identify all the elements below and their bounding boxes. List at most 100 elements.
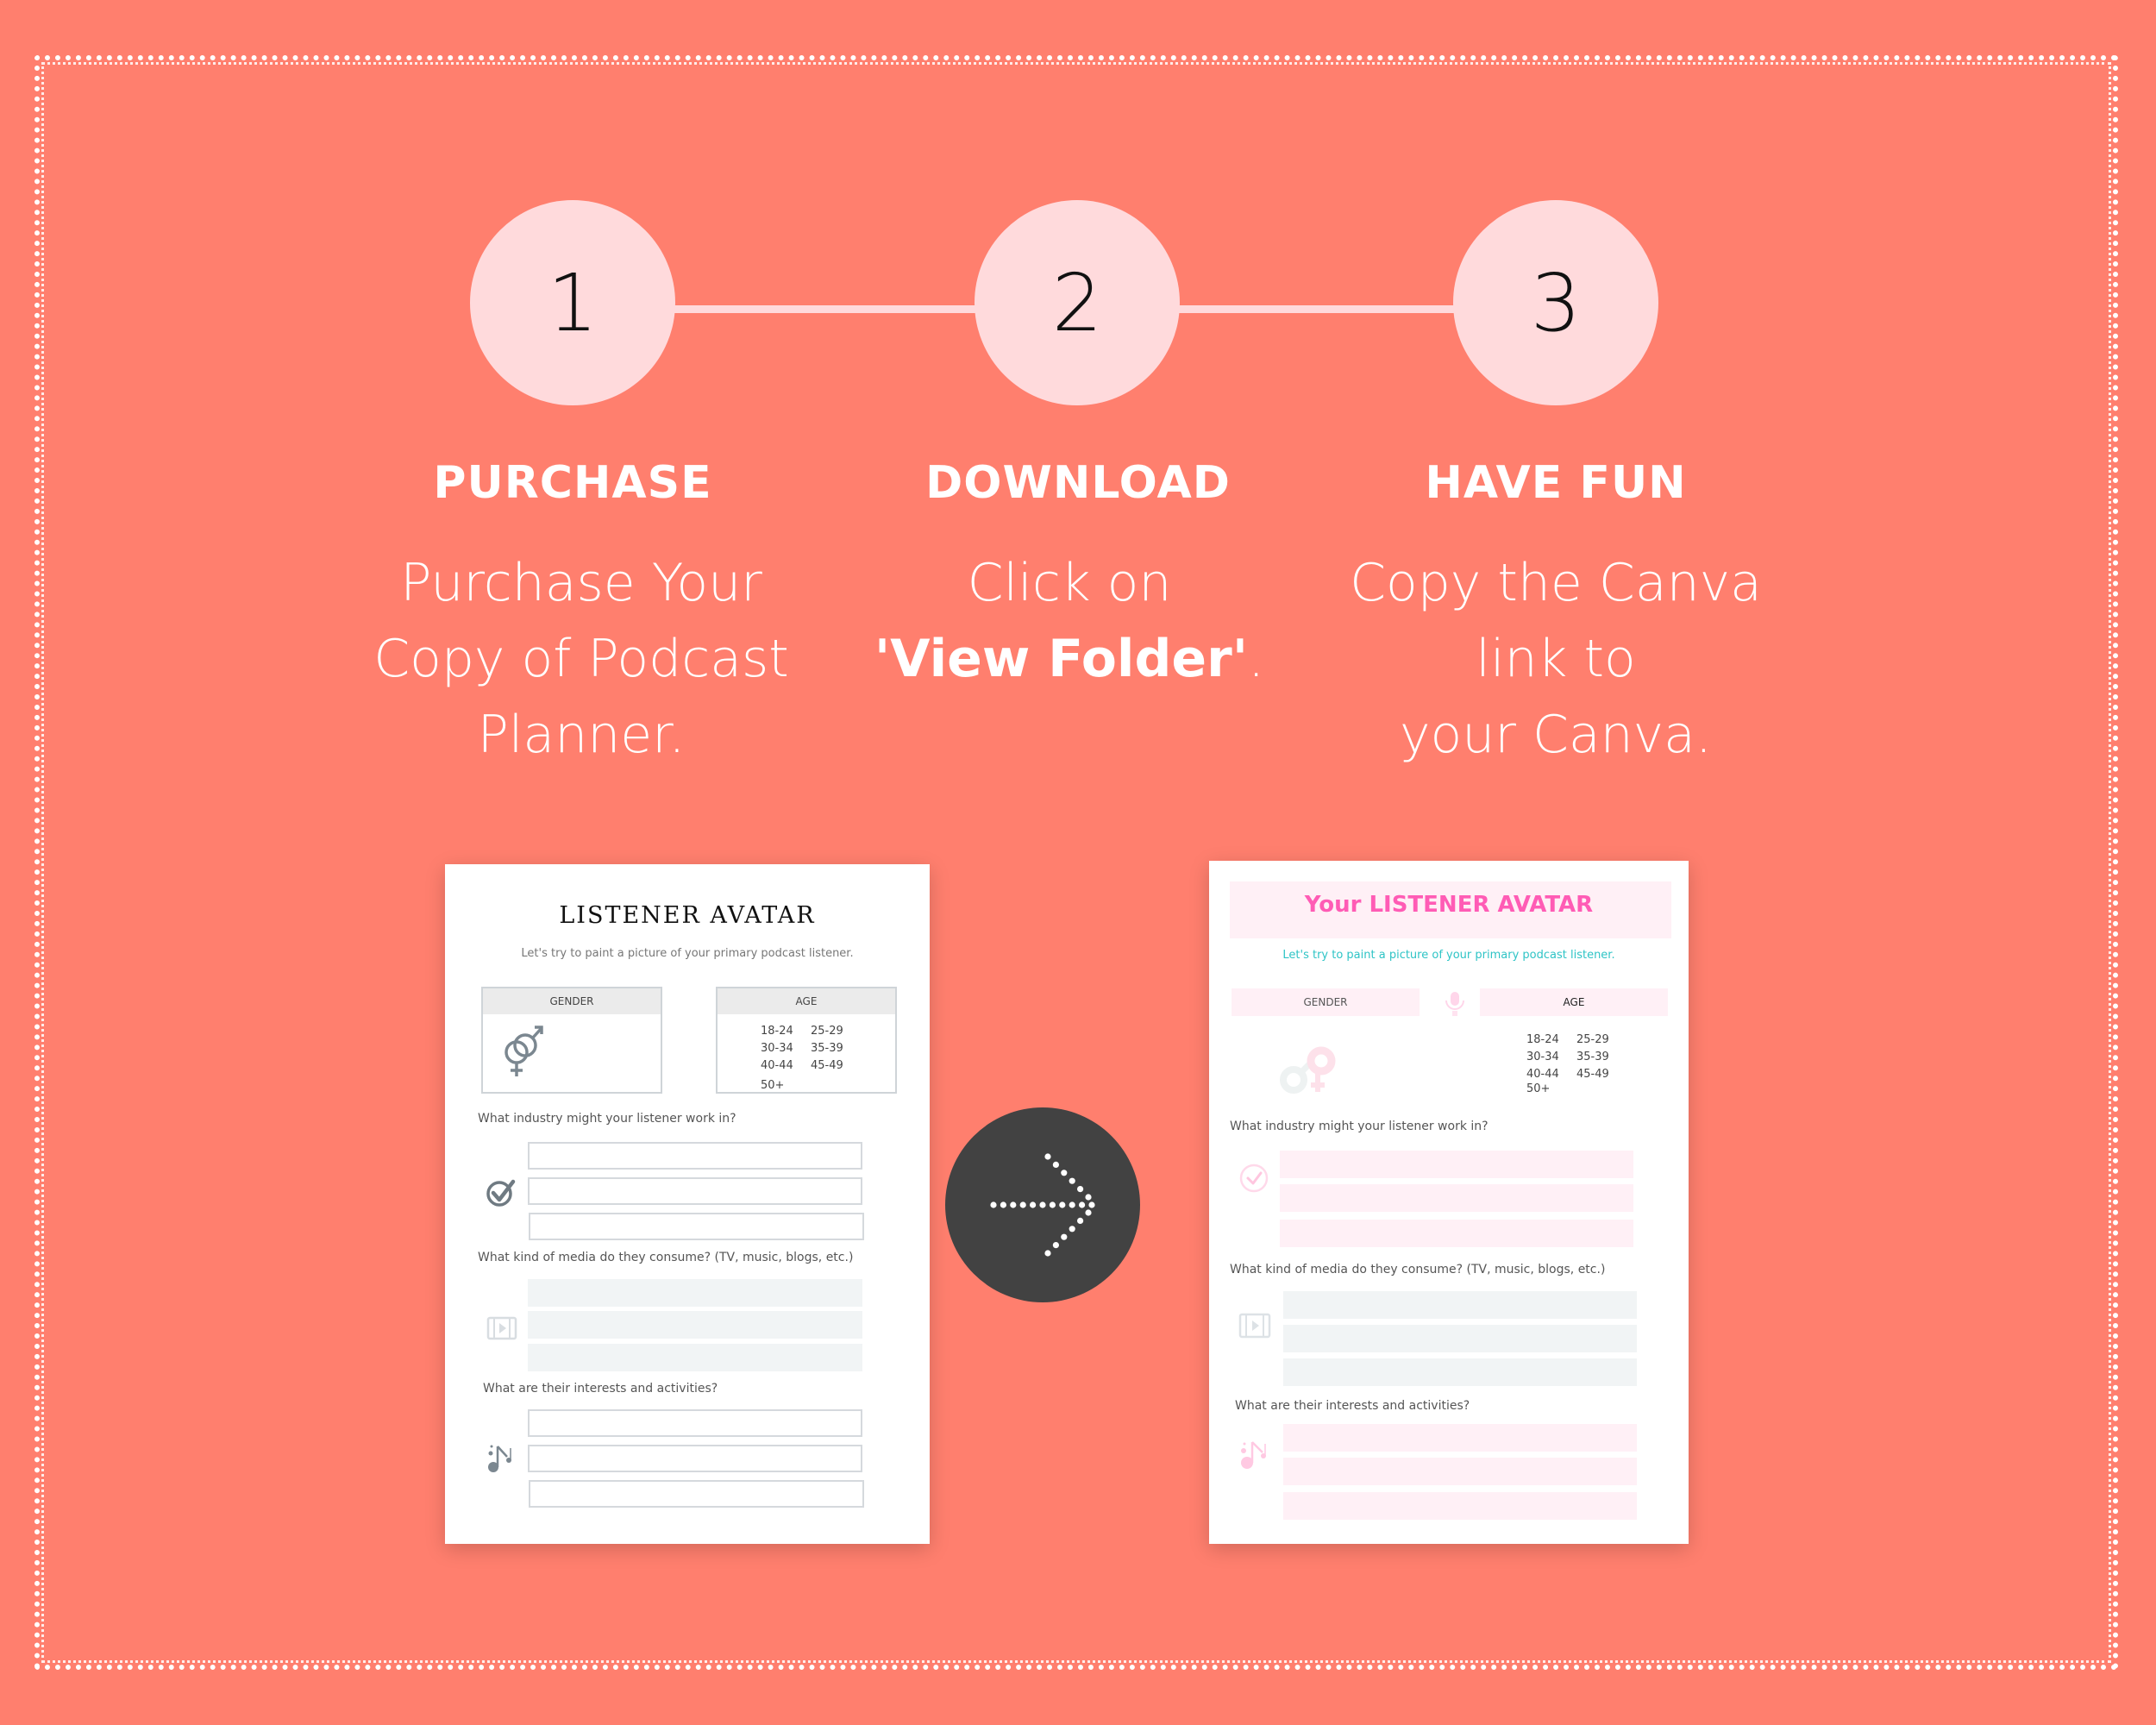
arrow-dot	[1044, 1250, 1051, 1257]
gender-symbol-icon	[505, 1026, 543, 1076]
arrow-dot	[1069, 1177, 1075, 1184]
gender-symbol-icon	[1280, 1046, 1336, 1094]
step-3-description: Copy the Canva link to your Canva.	[1288, 545, 1823, 773]
step-3-description-line: link to	[1476, 629, 1636, 689]
step-1-description-line: Copy of Podcast	[373, 629, 789, 689]
after-gender-label: GENDER	[1232, 988, 1420, 1016]
after-age-ranges: 18-24 25-29 30-34 35-39 40-44 45-49 50+	[1526, 1032, 1626, 1095]
after-answer-field[interactable]	[1283, 1458, 1637, 1485]
before-age-box: AGE 18-24 25-29 30-34 35-39 40-44 45-49 …	[716, 987, 897, 1094]
before-answer-field[interactable]	[528, 1177, 862, 1205]
age-range: 40-44	[1526, 1068, 1559, 1081]
age-range: 25-29	[1576, 1033, 1609, 1046]
after-age-label: AGE	[1480, 988, 1668, 1016]
before-age-ranges: 18-24 25-29 30-34 35-39 40-44 45-49 50+	[761, 1023, 861, 1095]
after-answer-field[interactable]	[1283, 1325, 1637, 1352]
step-2-description-line: Click on	[967, 553, 1172, 613]
arrow-dot	[1077, 1186, 1084, 1193]
before-question-media: What kind of media do they consume? (TV,…	[478, 1251, 854, 1264]
age-range: 35-39	[1576, 1051, 1609, 1063]
age-range: 30-34	[1526, 1051, 1559, 1063]
step-2-description-line2: 'View Folder'.	[802, 621, 1337, 697]
after-answer-field[interactable]	[1280, 1184, 1633, 1212]
before-age-label: AGE	[718, 988, 895, 1014]
before-answer-field[interactable]	[528, 1445, 862, 1472]
step-3-description-line: Copy the Canva	[1350, 553, 1762, 613]
step-1-circle: 1	[470, 200, 675, 405]
after-answer-field[interactable]	[1280, 1151, 1633, 1178]
arrow-dot	[1052, 1242, 1059, 1249]
arrow-dot	[1019, 1201, 1026, 1208]
after-document-preview: Your LISTENER AVATAR Let's try to paint …	[1209, 861, 1689, 1544]
arrow-dot	[990, 1201, 997, 1208]
step-1-description-line: Planner.	[477, 705, 686, 765]
checkmark-circle-icon	[1239, 1164, 1269, 1193]
arrow-dot	[1061, 1170, 1068, 1176]
before-document-preview: LISTENER AVATAR Let's try to paint a pic…	[445, 864, 930, 1544]
arrow-dot	[1039, 1201, 1046, 1208]
step-3-circle: 3	[1453, 200, 1658, 405]
arrow-dot	[1010, 1201, 1017, 1208]
view-folder-emphasis: 'View Folder'	[874, 629, 1249, 689]
dotted-arrow-right-icon	[990, 1153, 1095, 1257]
arrow-dot	[1085, 1209, 1092, 1216]
before-answer-field[interactable]	[529, 1213, 864, 1240]
before-answer-field[interactable]	[528, 1409, 862, 1437]
age-range: 45-49	[811, 1059, 843, 1072]
step-1-number: 1	[547, 256, 599, 349]
age-range: 50+	[1526, 1082, 1551, 1095]
before-answer-field[interactable]	[529, 1480, 864, 1508]
before-doc-subtitle: Let's try to paint a picture of your pri…	[521, 947, 854, 960]
arrow-dot	[1069, 1226, 1075, 1233]
age-range: 50+	[761, 1079, 785, 1092]
step-2-number: 2	[1051, 256, 1103, 349]
after-answer-field[interactable]	[1283, 1424, 1637, 1452]
step-2-title: DOWNLOAD	[925, 457, 1231, 509]
arrow-dot	[1061, 1233, 1068, 1240]
after-doc-subtitle: Let's try to paint a picture of your pri…	[1282, 949, 1615, 962]
age-range: 45-49	[1576, 1068, 1609, 1081]
arrow-dot	[1079, 1201, 1086, 1208]
music-note-icon	[488, 1445, 511, 1472]
before-doc-title: LISTENER AVATAR	[559, 902, 816, 929]
step-2-circle: 2	[975, 200, 1180, 405]
step-1-description: Purchase Your Copy of Podcast Planner.	[314, 545, 849, 773]
age-range: 35-39	[811, 1042, 843, 1055]
step-2-period: .	[1248, 629, 1265, 689]
after-answer-field[interactable]	[1283, 1291, 1637, 1319]
arrow-dot	[1044, 1153, 1051, 1160]
age-range: 25-29	[811, 1025, 843, 1038]
step-3-description-line: your Canva.	[1399, 705, 1713, 765]
before-question-industry: What industry might your listener work i…	[478, 1112, 736, 1126]
step-3-title: HAVE FUN	[1425, 457, 1687, 509]
step-3-number: 3	[1530, 256, 1582, 349]
after-doc-title: Your LISTENER AVATAR	[1304, 892, 1594, 918]
after-question-media: What kind of media do they consume? (TV,…	[1230, 1263, 1606, 1276]
arrow-dot	[1085, 1194, 1092, 1201]
before-gender-label: GENDER	[483, 988, 661, 1014]
step-1-description-line: Purchase Your	[400, 553, 762, 613]
arrow-dot	[1059, 1201, 1066, 1208]
music-note-icon	[1241, 1441, 1266, 1469]
arrow-circle	[945, 1107, 1140, 1302]
before-gender-box: GENDER	[481, 987, 662, 1094]
arrow-dot	[1069, 1201, 1075, 1208]
arrow-dot	[1000, 1201, 1006, 1208]
arrow-dot	[1030, 1201, 1037, 1208]
before-question-interests: What are their interests and activities?	[483, 1382, 718, 1396]
step-1-title: PURCHASE	[433, 457, 712, 509]
before-answer-field[interactable]	[528, 1279, 862, 1307]
after-answer-field[interactable]	[1283, 1358, 1637, 1386]
arrow-dot	[1077, 1217, 1084, 1224]
after-answer-field[interactable]	[1283, 1492, 1637, 1520]
age-range: 40-44	[761, 1059, 793, 1072]
podcast-mic-logo-icon	[1445, 992, 1464, 1016]
step-2-description: Click on 'View Folder'.	[802, 545, 1337, 697]
after-answer-field[interactable]	[1280, 1220, 1633, 1247]
before-answer-field[interactable]	[528, 1142, 862, 1170]
before-answer-field[interactable]	[528, 1344, 862, 1371]
after-question-interests: What are their interests and activities?	[1235, 1399, 1470, 1413]
checkmark-circle-icon	[486, 1179, 516, 1207]
arrow-dot	[1088, 1201, 1095, 1208]
before-answer-field[interactable]	[528, 1311, 862, 1339]
